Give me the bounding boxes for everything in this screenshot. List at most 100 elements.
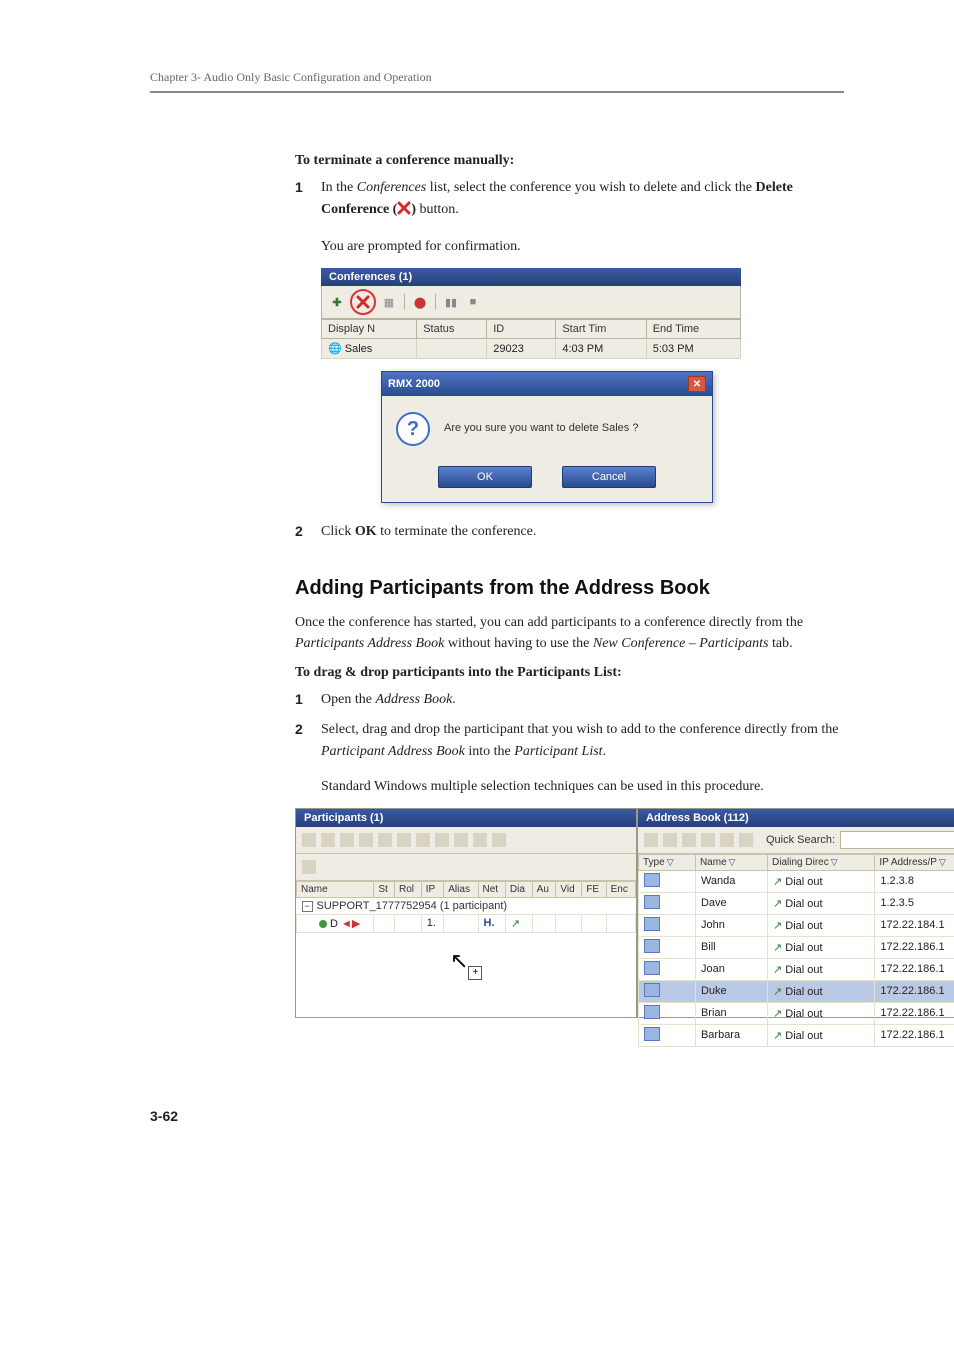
col[interactable]: Alias [444, 881, 478, 897]
col[interactable]: Enc [606, 881, 635, 897]
filter-icon[interactable]: ▽ [939, 857, 946, 867]
col-end[interactable]: End Time [646, 320, 740, 339]
col[interactable]: Vid [556, 881, 582, 897]
record-icon[interactable]: ⬤ [411, 293, 429, 311]
intro-para: Once the conference has started, you can… [295, 612, 844, 655]
col[interactable]: Net [478, 881, 505, 897]
ab-name: John [695, 914, 767, 936]
ab-name: Joan [695, 958, 767, 980]
participants-toolbar-2 [296, 854, 636, 881]
col-status[interactable]: Status [417, 320, 487, 339]
toolbar-icon[interactable] [302, 860, 316, 874]
close-icon[interactable]: ✕ [688, 376, 706, 392]
ab-name: Brian [695, 1002, 767, 1024]
col-name[interactable]: Name▽ [695, 854, 767, 870]
toolbar-icon[interactable] [739, 833, 753, 847]
addressbook-panel: Address Book (112) ✕ Quick Search: Type▽ [637, 808, 954, 1018]
toolbar-icon[interactable] [701, 833, 715, 847]
text-em: Participant Address Book [321, 744, 465, 759]
filter-icon[interactable]: ▽ [667, 857, 674, 867]
toolbar-icon[interactable] [473, 833, 487, 847]
ab-ip: 1.2.3.5 [875, 892, 954, 914]
ok-button[interactable]: OK [438, 466, 532, 488]
toolbar-separator [404, 294, 405, 310]
text-bold: OK [355, 524, 377, 539]
participant-row[interactable]: D ◄▶ 1. H. ↗ [297, 914, 636, 932]
ab-dial: Dial out [785, 1008, 822, 1020]
ab-dial: Dial out [785, 1030, 822, 1042]
participants-group-row[interactable]: −SUPPORT_1777752954 (1 participant) [297, 897, 636, 914]
col[interactable]: FE [582, 881, 606, 897]
addressbook-row[interactable]: Barbara↗Dial out172.22.186.1 [639, 1024, 954, 1046]
ab-ip: 172.22.186.1 [875, 1024, 954, 1046]
delete-x-icon [356, 295, 370, 309]
toolbar-icon[interactable] [644, 833, 658, 847]
col[interactable]: St [374, 881, 395, 897]
ab-dial: Dial out [785, 920, 822, 932]
text-em: Participants Address Book [295, 636, 444, 651]
conference-row[interactable]: 🌐 Sales 29023 4:03 PM 5:03 PM [322, 339, 741, 359]
dragdrop-step-2-follow: Standard Windows multiple selection tech… [321, 776, 844, 798]
terminate-step-1-follow: You are prompted for confirmation. [321, 236, 844, 258]
toolbar-icon[interactable] [397, 833, 411, 847]
addressbook-toolbar: Quick Search: [638, 827, 954, 854]
ab-dial: Dial out [785, 898, 822, 910]
toolbar-icon[interactable] [682, 833, 696, 847]
col-display[interactable]: Display N [322, 320, 417, 339]
addressbook-row[interactable]: John↗Dial out172.22.184.1 [639, 914, 954, 936]
delete-x-icon [397, 201, 411, 223]
addressbook-row[interactable]: Brian↗Dial out172.22.186.1 [639, 1002, 954, 1024]
col[interactable]: IP [421, 881, 444, 897]
toolbar-icon[interactable] [492, 833, 506, 847]
toolbar-icon[interactable] [720, 833, 734, 847]
filter-icon[interactable]: ▽ [831, 857, 838, 867]
confirm-dialog: RMX 2000 ✕ ? Are you sure you want to de… [381, 371, 713, 503]
quick-search-input[interactable] [840, 831, 954, 849]
toolbar-icon[interactable] [378, 833, 392, 847]
col-type[interactable]: Type▽ [639, 854, 696, 870]
toolbar-icon[interactable]: ▦ [380, 293, 398, 311]
confirm-dialog-message: Are you sure you want to delete Sales ? [444, 412, 638, 434]
conferences-table: Display N Status ID Start Tim End Time 🌐… [321, 319, 741, 359]
col[interactable]: Au [532, 881, 556, 897]
toolbar-icon[interactable] [435, 833, 449, 847]
dial-out-icon: ↗ [773, 985, 782, 998]
col-ip[interactable]: IP Address/P▽ [875, 854, 954, 870]
addressbook-row[interactable]: Joan↗Dial out172.22.186.1 [639, 958, 954, 980]
new-conference-icon[interactable]: ✚ [328, 293, 346, 311]
filter-icon[interactable]: ▽ [729, 857, 736, 867]
addressbook-row[interactable]: Duke↗Dial out172.22.186.1 [639, 980, 954, 1002]
col-start[interactable]: Start Tim [556, 320, 646, 339]
cancel-button[interactable]: Cancel [562, 466, 656, 488]
col-dial[interactable]: Dialing Direc▽ [768, 854, 875, 870]
toolbar-icon[interactable] [302, 833, 316, 847]
col[interactable]: Dia [505, 881, 532, 897]
toolbar-icon[interactable] [321, 833, 335, 847]
col[interactable]: Rol [394, 881, 421, 897]
ab-name: Barbara [695, 1024, 767, 1046]
chapter-label: Chapter 3- Audio Only Basic Configuratio… [150, 70, 844, 85]
addressbook-row[interactable]: Dave↗Dial out1.2.3.5 [639, 892, 954, 914]
participants-title: Participants (1) [304, 812, 383, 824]
col[interactable]: Name [297, 881, 374, 897]
terminate-step-2: 2 Click OK to terminate the conference. [295, 521, 844, 543]
addressbook-row[interactable]: Bill↗Dial out172.22.186.1 [639, 936, 954, 958]
toolbar-icon[interactable] [359, 833, 373, 847]
conference-id: 29023 [487, 339, 556, 359]
stop-icon[interactable]: ■ [464, 293, 482, 311]
addressbook-row[interactable]: Wanda↗Dial out1.2.3.8 [639, 870, 954, 892]
pause-icon[interactable]: ▮▮ [442, 293, 460, 311]
text: Click [321, 524, 355, 539]
toolbar-icon[interactable] [454, 833, 468, 847]
text: to terminate the conference. [377, 524, 537, 539]
conference-end: 5:03 PM [646, 339, 740, 359]
toolbar-icon[interactable] [340, 833, 354, 847]
ab-name: Dave [695, 892, 767, 914]
tree-collapse-icon[interactable]: − [302, 901, 313, 912]
text: In the [321, 180, 357, 195]
col-id[interactable]: ID [487, 320, 556, 339]
dial-out-icon: ↗ [773, 875, 782, 888]
toolbar-icon[interactable] [663, 833, 677, 847]
toolbar-icon[interactable] [416, 833, 430, 847]
delete-conference-button[interactable] [350, 289, 376, 315]
